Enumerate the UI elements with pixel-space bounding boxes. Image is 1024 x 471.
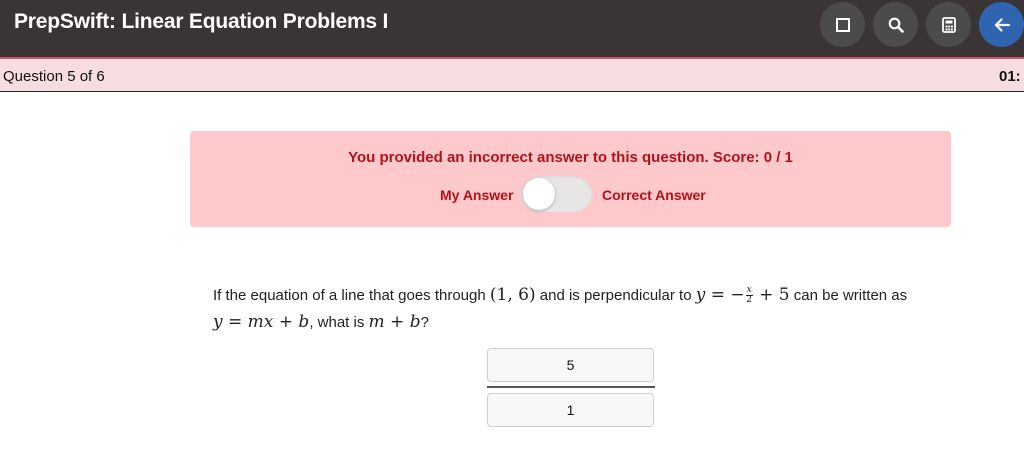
math-term: = mx + b: [228, 312, 310, 332]
toggle-knob[interactable]: [523, 178, 555, 210]
fraction-denominator: 2: [746, 295, 753, 305]
status-bar: Question 5 of 6 01:: [0, 59, 1024, 92]
math-ask: m + b: [368, 312, 421, 332]
math-var: y: [213, 312, 223, 332]
math-op: −: [730, 285, 745, 305]
feedback-message: You provided an incorrect answer to this…: [348, 149, 793, 166]
math-var: y: [695, 285, 706, 305]
top-bar: PrepSwift: Linear Equation Problems I: [0, 0, 1024, 59]
page-title: PrepSwift: Linear Equation Problems I: [14, 10, 389, 33]
question-text: If the equation of a line that goes thro…: [213, 282, 933, 336]
timer: 01:: [999, 68, 1021, 85]
math-slope-form: y = mx + b: [213, 312, 309, 332]
search-button[interactable]: [873, 2, 918, 47]
toggle-label-correct-answer[interactable]: Correct Answer: [602, 187, 706, 203]
question-text-part: ?: [420, 314, 429, 331]
calculator-icon: [941, 16, 956, 33]
square-icon: [835, 17, 850, 32]
toggle-label-my-answer[interactable]: My Answer: [440, 187, 513, 203]
question-text-part: can be written as: [793, 287, 908, 304]
question-counter: Question 5 of 6: [3, 68, 105, 85]
answer-toggle[interactable]: [521, 176, 592, 212]
answer-denominator-field[interactable]: 1: [487, 393, 654, 427]
question-text-part: and is perpendicular to: [539, 287, 692, 304]
back-button[interactable]: [979, 2, 1024, 47]
question-text-part: , what is: [309, 314, 365, 331]
search-icon: [888, 17, 904, 33]
arrow-left-icon: [994, 17, 1010, 32]
math-fraction: x2: [745, 286, 753, 305]
calculator-button[interactable]: [926, 2, 971, 47]
math-op: =: [710, 285, 725, 305]
fraction-bar: [487, 386, 655, 388]
feedback-alert: You provided an incorrect answer to this…: [190, 131, 951, 227]
math-point: (1, 6): [489, 285, 536, 305]
math-equation: y = − x 2 + 5: [696, 285, 790, 305]
fullscreen-button[interactable]: [820, 2, 865, 47]
math-term: + 5: [759, 285, 790, 305]
question-text-part: If the equation of a line that goes thro…: [213, 287, 486, 304]
answer-numerator-field[interactable]: 5: [487, 348, 654, 382]
